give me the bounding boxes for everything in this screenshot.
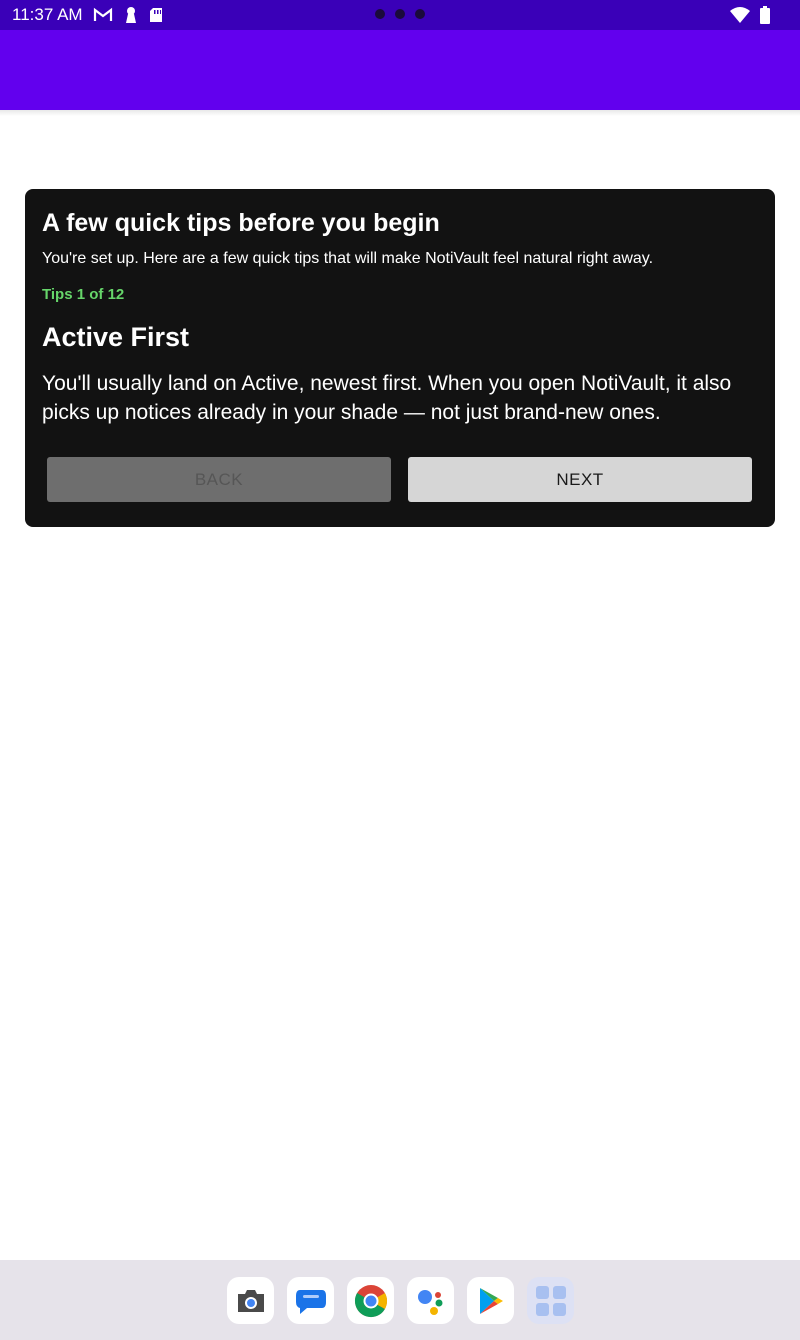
tip-title: Active First [42,322,190,352]
app-bar [0,30,800,110]
assistant-icon[interactable] [407,1277,454,1324]
sd-card-icon [149,7,163,23]
back-button[interactable]: BACK [47,457,391,502]
app-bar-shadow [0,110,800,116]
next-button[interactable]: NEXT [408,457,752,502]
tips-dialog: A few quick tips before you begin You're… [25,189,775,527]
status-bar: 11:37 AM [0,0,800,30]
status-time: 11:37 AM [12,5,83,24]
battery-icon [760,6,770,29]
dialog-title: A few quick tips before you begin [42,209,440,237]
camera-cutout [375,9,425,19]
camera-icon[interactable] [227,1277,274,1324]
app-dock [0,1260,800,1340]
all-apps-icon[interactable] [527,1277,574,1324]
tip-counter: Tips 1 of 12 [42,286,125,303]
play-store-icon[interactable] [467,1277,514,1324]
gmail-icon [93,7,113,23]
dialog-subtitle: You're set up. Here are a few quick tips… [42,250,654,267]
keyhole-icon [125,6,137,24]
chrome-icon[interactable] [347,1277,394,1324]
wifi-icon [730,7,750,28]
tip-body: You'll usually land on Active, newest fi… [42,372,732,424]
messages-icon[interactable] [287,1277,334,1324]
